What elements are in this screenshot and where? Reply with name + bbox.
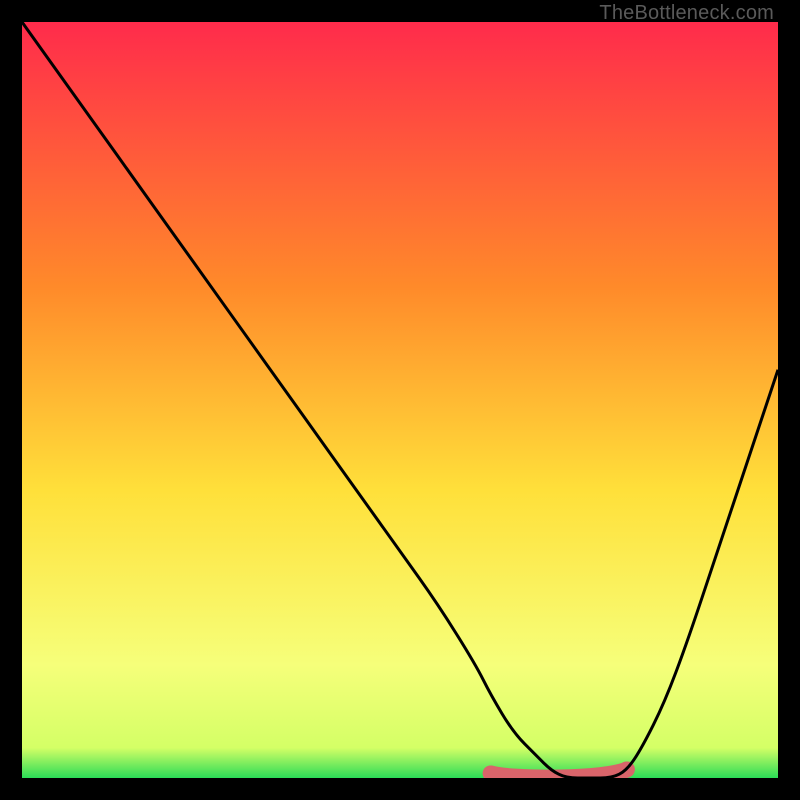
gradient-background (22, 22, 778, 778)
watermark-text: TheBottleneck.com (599, 2, 774, 25)
bottleneck-chart (22, 22, 778, 778)
chart-frame (22, 22, 778, 778)
